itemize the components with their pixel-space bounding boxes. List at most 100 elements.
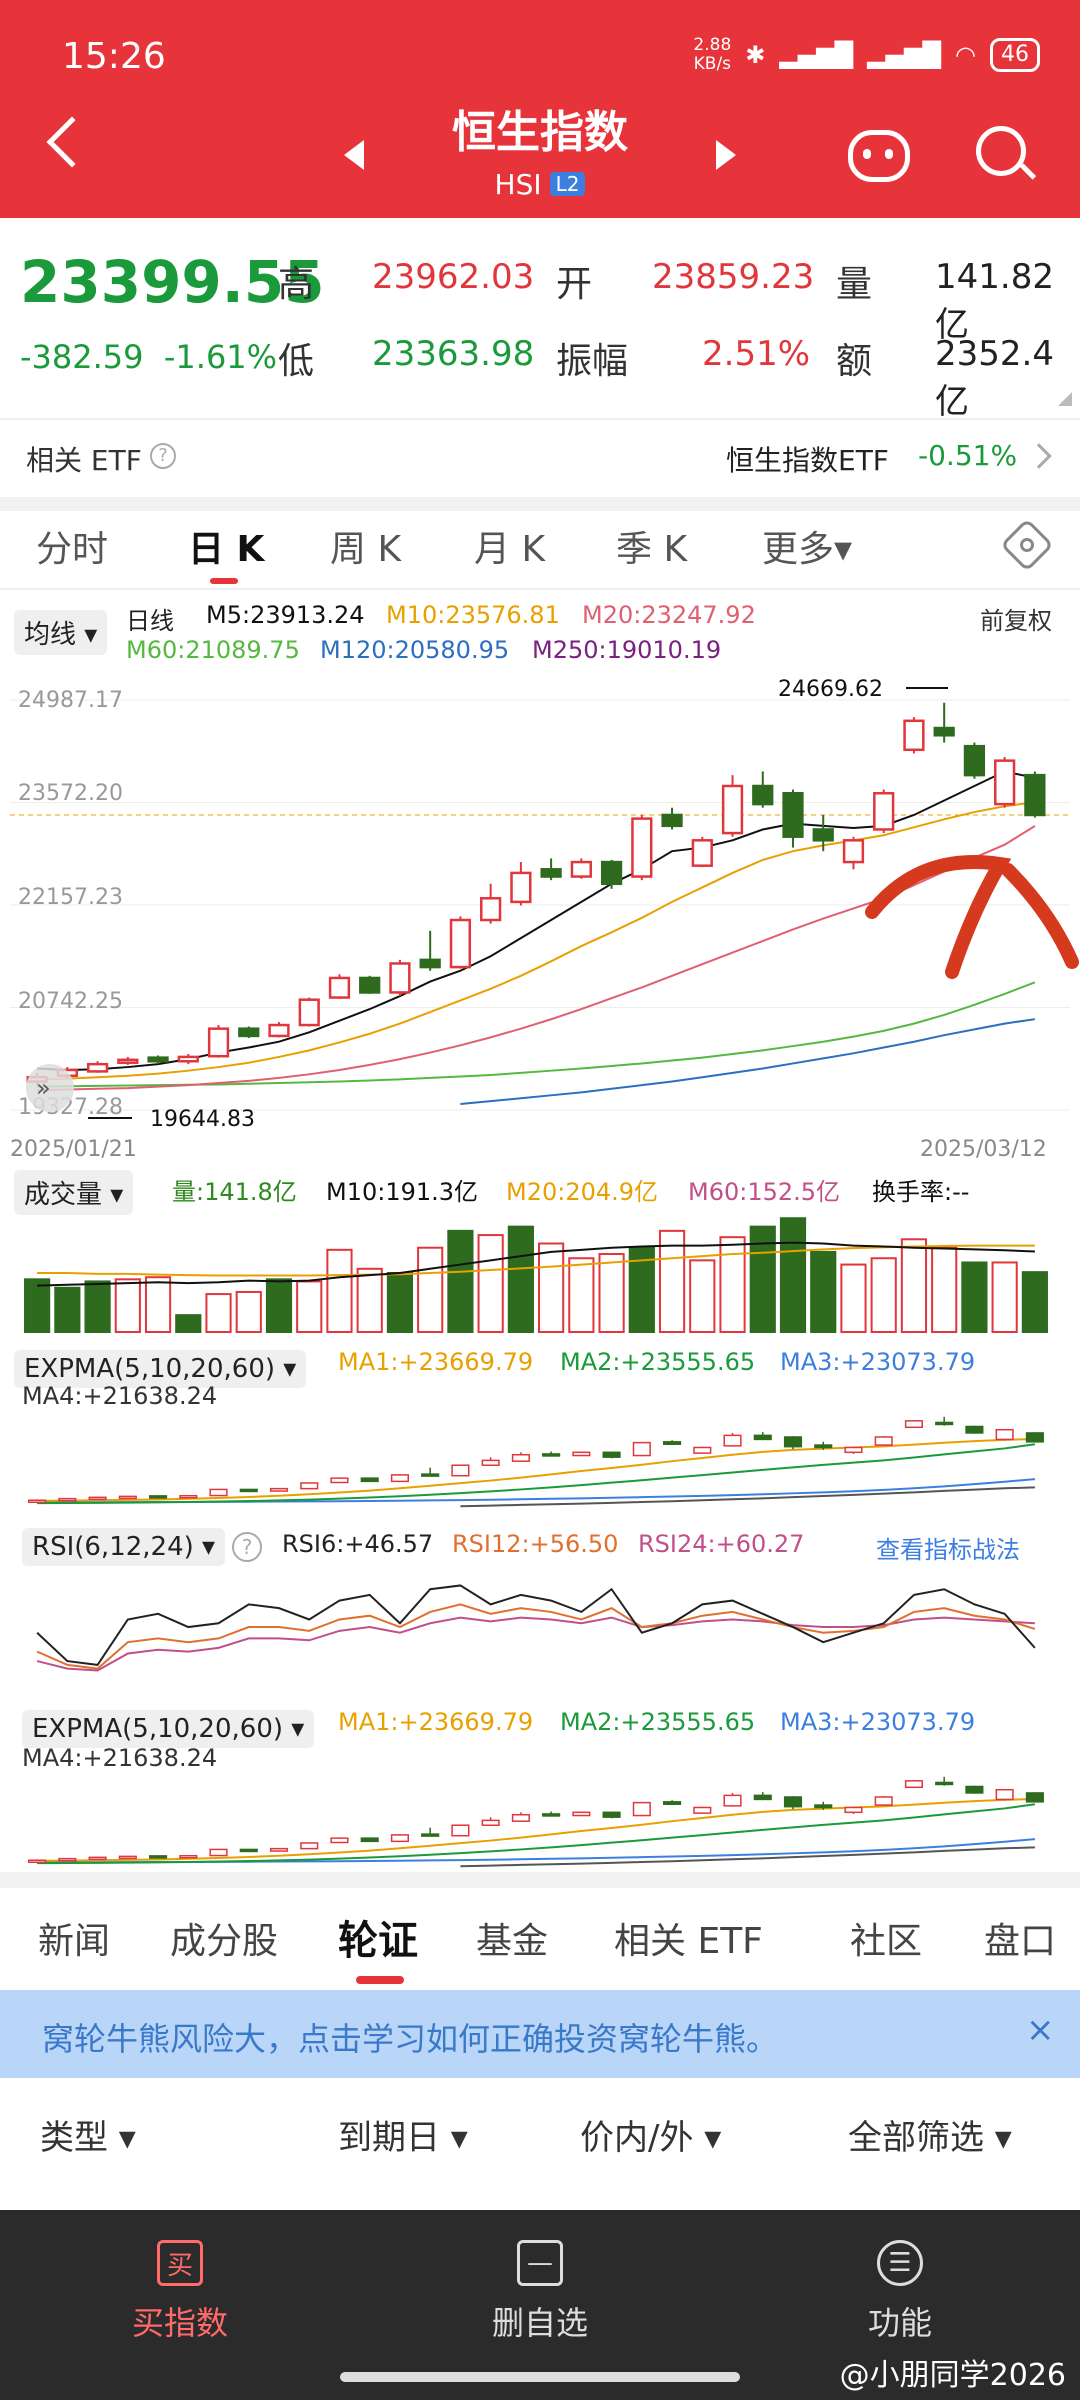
volume-bar (356, 1267, 383, 1333)
ma-selector[interactable]: 均线 ▾ (14, 610, 108, 655)
expma2-selector[interactable]: EXPMA(5,10,20,60) ▾ (22, 1710, 315, 1748)
tab-weekly-k[interactable]: 周 K (330, 520, 401, 572)
filter-all[interactable]: 全部筛选 ▾ (848, 2110, 1012, 2159)
end-date: 2025/03/12 (920, 1137, 1047, 1162)
buy-index-button[interactable]: 买 买指数 (80, 2240, 280, 2344)
expma-candle-body (88, 1496, 107, 1501)
chart-settings-icon[interactable] (1000, 518, 1054, 572)
volume-bar (689, 1259, 716, 1334)
expma2-chart[interactable] (0, 1772, 1080, 1872)
expma-candle-body (179, 1494, 198, 1499)
candle-body (631, 817, 653, 878)
volume-bar (235, 1290, 262, 1333)
volume-bar (326, 1248, 353, 1334)
volume-bar (417, 1246, 444, 1333)
tab-daily-k[interactable]: 日 K (188, 520, 264, 572)
expand-corner-icon[interactable] (1058, 392, 1072, 406)
expma-candle-body (300, 1482, 319, 1490)
turnover-rate: 换手率:-- (872, 1178, 970, 1206)
tab-community[interactable]: 社区 (850, 1912, 922, 1964)
tab-quarterly-k[interactable]: 季 K (616, 520, 687, 572)
expma-ma4-line (460, 1486, 1035, 1508)
filter-expiry[interactable]: 到期日 ▾ (338, 2110, 468, 2159)
expma2-candle-body (118, 1855, 137, 1860)
volume-bar (810, 1250, 837, 1333)
candle-body (873, 791, 895, 831)
volume-bar (54, 1286, 81, 1333)
volume-m60: M60:152.5亿 (688, 1178, 841, 1206)
rsi-chart[interactable] (0, 1568, 1080, 1688)
remove-icon: — (517, 2240, 563, 2286)
rsi12-line (36, 1603, 1036, 1670)
candle-body (359, 976, 381, 994)
etf-change: -0.51% (918, 439, 1018, 472)
filter-moneyness[interactable]: 价内/外 ▾ (580, 2110, 721, 2159)
expma-candle-body (995, 1428, 1014, 1441)
candle-body (782, 791, 804, 838)
help-icon[interactable]: ? (150, 443, 176, 469)
tab-related-etf[interactable]: 相关 ETF (614, 1912, 763, 1964)
volume-bar (205, 1293, 232, 1333)
start-date: 2025/01/21 (10, 1137, 137, 1162)
tab-intraday[interactable]: 分时 (36, 520, 108, 572)
volume-bar (386, 1272, 414, 1333)
candle-body (661, 813, 683, 828)
adjust-mode[interactable]: 前复权 (980, 601, 1052, 636)
close-icon[interactable]: × (1026, 2010, 1055, 2050)
volume-today: 量:141.8亿 (172, 1178, 297, 1206)
candle-body (510, 871, 532, 904)
ma10-line (37, 801, 1036, 1081)
volume-bar (598, 1253, 625, 1333)
search-icon[interactable] (976, 126, 1037, 180)
y-tick-3: 22157.23 (18, 885, 123, 910)
expma2-candle-body (874, 1796, 893, 1806)
tab-warrants[interactable]: 轮证 (338, 1908, 418, 1966)
candle-body (207, 1027, 230, 1058)
related-etf-row[interactable]: 相关 ETF ? 恒生指数ETF -0.51% (0, 425, 1080, 495)
filter-type[interactable]: 类型 ▾ (40, 2110, 136, 2159)
expma-chart[interactable] (0, 1412, 1080, 1512)
expma2-candle-body (965, 1785, 984, 1794)
ma20-line (37, 825, 1036, 1092)
amount-label: 额 (836, 341, 873, 382)
rsi-selector[interactable]: RSI(6,12,24) ▾ (22, 1528, 226, 1566)
candle-body (570, 860, 592, 878)
home-indicator[interactable] (340, 2372, 740, 2382)
remove-watchlist-button[interactable]: — 删自选 (440, 2240, 640, 2344)
kline-chart[interactable]: 24987.17 23572.20 22157.23 20742.25 1932… (0, 672, 1080, 1162)
candle-body (419, 958, 441, 969)
robot-assistant-icon[interactable] (848, 130, 910, 182)
candle-body (298, 998, 320, 1027)
amplitude-value: 2.51% (702, 334, 811, 374)
period-label: 日线 (126, 607, 174, 635)
expma-candle-body (360, 1477, 379, 1483)
functions-button[interactable]: ☰ 功能 (800, 2240, 1000, 2344)
expma-candle-body (783, 1436, 803, 1448)
rsi-strategy-link[interactable]: 查看指标战法 (876, 1530, 1020, 1565)
rsi-help-icon[interactable]: ? (232, 1532, 262, 1562)
menu-icon: ☰ (877, 2240, 923, 2286)
tab-monthly-k[interactable]: 月 K (474, 520, 545, 572)
signal-icon: ▂▄▆█ (779, 41, 854, 69)
tab-orderbook[interactable]: 盘口 (984, 1912, 1056, 1964)
tab-constituents[interactable]: 成分股 (170, 1912, 278, 1964)
expma-candle-body (451, 1464, 470, 1477)
tab-funds[interactable]: 基金 (476, 1912, 548, 1964)
ma250-value: M250:19010.19 (532, 636, 722, 664)
tab-news[interactable]: 新闻 (38, 1912, 110, 1964)
expma2-candle-body (1025, 1792, 1044, 1803)
risk-notice-text: 窝轮牛熊风险大，点击学习如何正确投资窝轮牛熊。 (42, 2020, 779, 2058)
expma-candle-body (753, 1434, 772, 1441)
risk-notice[interactable]: 窝轮牛熊风险大，点击学习如何正确投资窝轮牛熊。 × (0, 1990, 1080, 2078)
expma-ma2: MA2:+23555.65 (560, 1348, 756, 1376)
expma2-candle-body (814, 1804, 833, 1809)
tab-more[interactable]: 更多▾ (762, 520, 852, 572)
expma-candle-body (904, 1420, 924, 1429)
expma2-candle-body (390, 1834, 410, 1843)
functions-label: 功能 (867, 2304, 932, 2342)
volume-bar (507, 1225, 534, 1333)
volume-chart[interactable] (0, 1208, 1080, 1338)
volume-bar (175, 1314, 202, 1334)
expma-candle-body (874, 1436, 893, 1446)
app-header: 15:26 2.88 KB/s ✱ ▂▄▆█ ▂▄▆█ ◠ 46 恒生指数 HS… (0, 0, 1080, 218)
